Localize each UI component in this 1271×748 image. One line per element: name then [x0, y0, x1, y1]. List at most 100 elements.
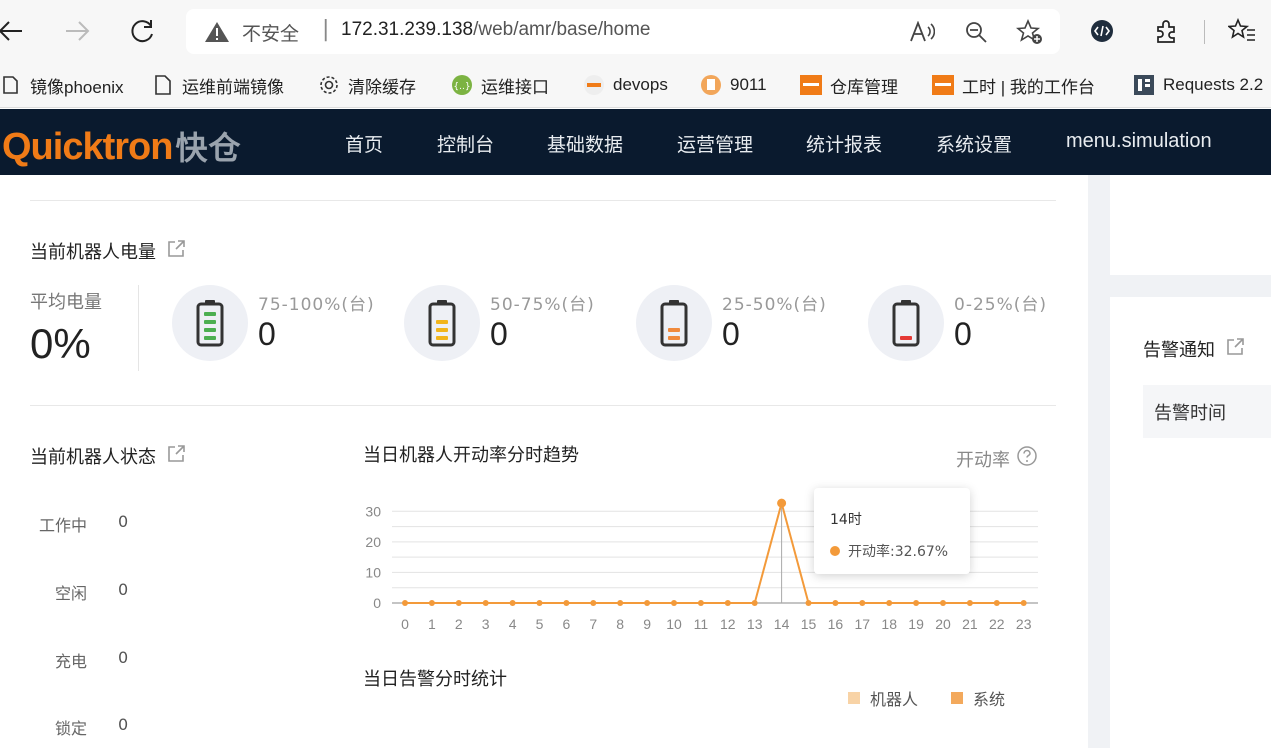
- x-tick-label: 11: [694, 616, 709, 632]
- bookmark-label: 运维前端镜像: [182, 77, 284, 97]
- x-tick-label: 23: [1016, 616, 1032, 632]
- url-text[interactable]: 172.31.239.138/web/amr/base/home: [341, 19, 651, 41]
- bookmark-item[interactable]: 镜像phoenix: [0, 70, 124, 100]
- data-point[interactable]: [832, 600, 839, 606]
- refresh-icon[interactable]: [126, 14, 160, 48]
- data-point[interactable]: [644, 600, 651, 606]
- battery-section-title: 当前机器人电量: [30, 238, 186, 264]
- divider: [30, 200, 1056, 201]
- data-point[interactable]: [724, 600, 731, 606]
- nav-item-console[interactable]: 控制台: [437, 130, 494, 157]
- status-value-idle: 0: [118, 580, 129, 599]
- nav-item-base-data[interactable]: 基础数据: [547, 130, 623, 157]
- data-point[interactable]: [671, 600, 677, 606]
- x-tick-label: 4: [509, 616, 517, 632]
- status-label-working: 工作中: [38, 516, 87, 535]
- status-value-charging: 0: [118, 648, 129, 667]
- data-point[interactable]: [913, 600, 920, 606]
- extensions-icon[interactable]: [1150, 14, 1184, 48]
- data-point[interactable]: [805, 600, 812, 606]
- bookmark-label: devops: [613, 75, 668, 94]
- read-aloud-icon[interactable]: [908, 18, 936, 46]
- data-point[interactable]: [482, 600, 489, 606]
- rate-help[interactable]: 开动率: [956, 445, 1038, 472]
- data-point[interactable]: [590, 600, 597, 606]
- zoom-out-icon[interactable]: [962, 18, 990, 46]
- tooltip-row: 开动率:32.67%: [830, 541, 948, 561]
- bookmark-item[interactable]: devops: [583, 70, 668, 100]
- external-link-icon[interactable]: [1225, 337, 1245, 362]
- data-point[interactable]: [402, 600, 408, 606]
- x-tick-label: 2: [455, 616, 463, 632]
- warning-icon[interactable]: [204, 20, 230, 48]
- status-value-working: 0: [118, 512, 129, 531]
- data-point[interactable]: [509, 600, 516, 606]
- devtools-extension-icon[interactable]: [1085, 14, 1119, 48]
- battery-medium-icon: [636, 285, 712, 361]
- battery-range-count: 0: [258, 316, 276, 352]
- x-tick-label: 9: [643, 616, 651, 632]
- battery-level-bar: [204, 336, 216, 340]
- data-point[interactable]: [563, 600, 570, 606]
- bookmark-item[interactable]: 运维前端镜像: [152, 70, 284, 100]
- data-point[interactable]: [1020, 600, 1027, 606]
- bookmark-item[interactable]: Requests 2.2: [1133, 70, 1263, 100]
- favorites-icon[interactable]: [1225, 14, 1259, 48]
- legend-label: 系统: [973, 690, 1006, 709]
- battery-range-count: 0: [722, 316, 740, 352]
- external-link-icon[interactable]: [166, 239, 186, 264]
- battery-range-count: 0: [954, 316, 972, 352]
- legend-item-robot[interactable]: 机器人: [848, 686, 918, 710]
- bookmark-item[interactable]: {..} 运维接口: [451, 70, 549, 100]
- x-tick-label: 13: [747, 616, 763, 632]
- external-link-icon[interactable]: [166, 444, 186, 469]
- nav-item-home[interactable]: 首页: [345, 130, 383, 157]
- data-point[interactable]: [455, 600, 462, 606]
- bookmarks-bar: 镜像phoenix 运维前端镜像 清除缓存 {..} 运维接口 devops 9…: [0, 62, 1271, 108]
- data-point[interactable]: [536, 600, 543, 606]
- battery-range-label: 75-100%(台): [258, 295, 375, 315]
- data-point[interactable]: [940, 600, 946, 606]
- data-point[interactable]: [751, 600, 758, 606]
- avg-battery-label: 平均电量: [30, 292, 102, 313]
- battery-range-label: 50-75%(台): [490, 295, 595, 315]
- battery-level-bar: [668, 328, 680, 332]
- bookmark-label: 清除缓存: [348, 77, 416, 97]
- alarm-stats-title: 当日告警分时统计: [363, 669, 507, 690]
- nav-item-operations[interactable]: 运营管理: [677, 130, 753, 157]
- back-icon[interactable]: [0, 14, 28, 48]
- bookmark-item[interactable]: 工时 | 我的工作台: [932, 70, 1095, 100]
- nav-item-simulation[interactable]: menu.simulation: [1066, 130, 1212, 153]
- data-point[interactable]: [617, 600, 624, 606]
- toolbar-divider: [1204, 20, 1205, 44]
- data-point[interactable]: [966, 600, 973, 606]
- data-point[interactable]: [886, 600, 893, 606]
- battery-level-bar: [204, 328, 216, 332]
- data-point[interactable]: [859, 600, 866, 606]
- right-card-gap: [1110, 275, 1271, 297]
- data-point[interactable]: [697, 600, 704, 606]
- nav-item-reports[interactable]: 统计报表: [806, 130, 882, 157]
- security-label[interactable]: 不安全: [242, 19, 299, 46]
- y-tick-label: 30: [365, 503, 381, 519]
- bookmark-item[interactable]: 9011: [700, 70, 767, 100]
- help-icon[interactable]: [1016, 445, 1038, 472]
- bookmark-item[interactable]: 清除缓存: [318, 70, 416, 100]
- tooltip-text: 开动率:32.67%: [848, 544, 949, 560]
- favorite-add-icon[interactable]: [1016, 18, 1044, 46]
- forward-icon[interactable]: [60, 14, 94, 48]
- bookmark-item[interactable]: 仓库管理: [800, 70, 898, 100]
- battery-range-count: 0: [490, 316, 508, 352]
- tooltip-title: 14时: [830, 512, 862, 528]
- data-point[interactable]: [993, 600, 1000, 606]
- logo-text: Quicktron: [2, 126, 173, 168]
- status-label-locked: 锁定: [54, 719, 87, 738]
- nav-item-settings[interactable]: 系统设置: [936, 130, 1012, 157]
- quicktron-logo[interactable]: Quicktron快仓: [2, 123, 241, 169]
- battery-high-icon: [404, 285, 480, 361]
- data-point[interactable]: [777, 498, 787, 508]
- address-bar[interactable]: 不安全 | 172.31.239.138/web/amr/base/home: [186, 9, 1060, 54]
- legend-item-system[interactable]: 系统: [951, 686, 1005, 710]
- gear-icon: [318, 74, 340, 96]
- data-point[interactable]: [428, 600, 435, 606]
